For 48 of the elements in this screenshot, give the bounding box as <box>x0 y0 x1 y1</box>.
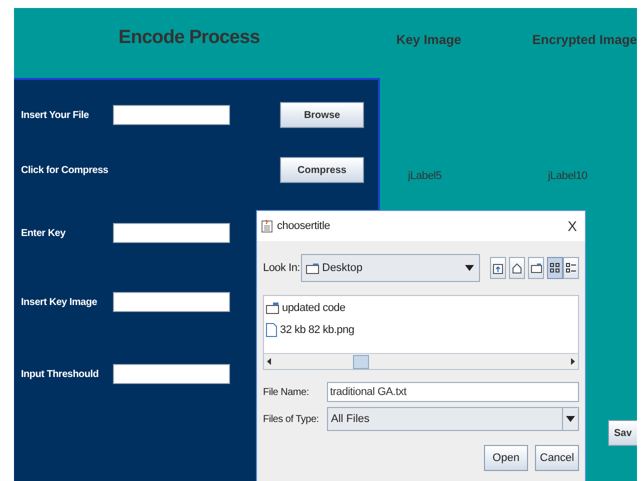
field-label: Enter Key <box>21 226 66 240</box>
image-label: jLabel10 <box>548 169 588 184</box>
dialog-button[interactable]: Cancel <box>535 445 579 471</box>
file-type-label: Files of Type: <box>263 412 320 426</box>
details-view-button[interactable] <box>563 257 579 279</box>
dialog-title: choosertitle <box>277 218 330 234</box>
file-name-label: File Name: <box>263 386 310 400</box>
file-name-field[interactable]: traditional GA.txt <box>327 382 579 402</box>
field-label: Input Threshould <box>21 368 100 382</box>
scroll-left-icon[interactable] <box>267 358 271 365</box>
home-icon <box>512 262 522 274</box>
close-button[interactable]: X <box>564 216 581 236</box>
text-field[interactable] <box>113 223 230 243</box>
list-view-button[interactable] <box>547 257 563 279</box>
folder-icon <box>266 302 279 314</box>
text-field[interactable] <box>113 292 230 312</box>
dropdown-arrow-icon <box>465 265 474 271</box>
folder-icon <box>306 262 320 274</box>
field-label: Insert Your File <box>21 108 90 122</box>
scroll-thumb[interactable] <box>353 354 369 368</box>
home-button[interactable] <box>509 257 525 279</box>
field-label: Click for Compress <box>21 164 110 178</box>
page-title: Encode Process <box>118 26 260 50</box>
text-field[interactable] <box>113 105 230 125</box>
horizontal-scrollbar[interactable] <box>264 353 578 369</box>
action-button[interactable]: Compress <box>280 157 364 183</box>
dropdown-arrow-icon <box>566 416 575 422</box>
image-label: jLabel5 <box>408 169 443 184</box>
action-button[interactable]: Browse <box>280 102 364 128</box>
file-list-item[interactable]: updated code <box>282 300 346 316</box>
up-folder-button[interactable] <box>490 257 506 279</box>
up-folder-icon <box>493 262 503 274</box>
file-list-item[interactable]: 32 kb 82 kb.png <box>280 322 354 338</box>
text-field[interactable] <box>113 364 230 384</box>
details-view-icon <box>566 263 576 273</box>
save-button[interactable]: Sav <box>608 420 637 446</box>
new-folder-icon <box>530 263 542 273</box>
column-heading: Encrypted Image <box>532 31 637 49</box>
file-type-dropdown[interactable]: All Files <box>327 407 579 431</box>
look-in-dropdown[interactable]: Desktop <box>301 254 480 282</box>
new-folder-button[interactable] <box>528 257 544 279</box>
scroll-right-icon[interactable] <box>571 358 575 365</box>
dialog-button[interactable]: Open <box>484 445 528 471</box>
list-view-icon <box>550 263 560 273</box>
file-icon <box>266 322 277 337</box>
look-in-label: Look In: <box>263 260 300 276</box>
column-heading: Key Image <box>396 31 462 49</box>
field-label: Insert Key Image <box>21 296 98 310</box>
